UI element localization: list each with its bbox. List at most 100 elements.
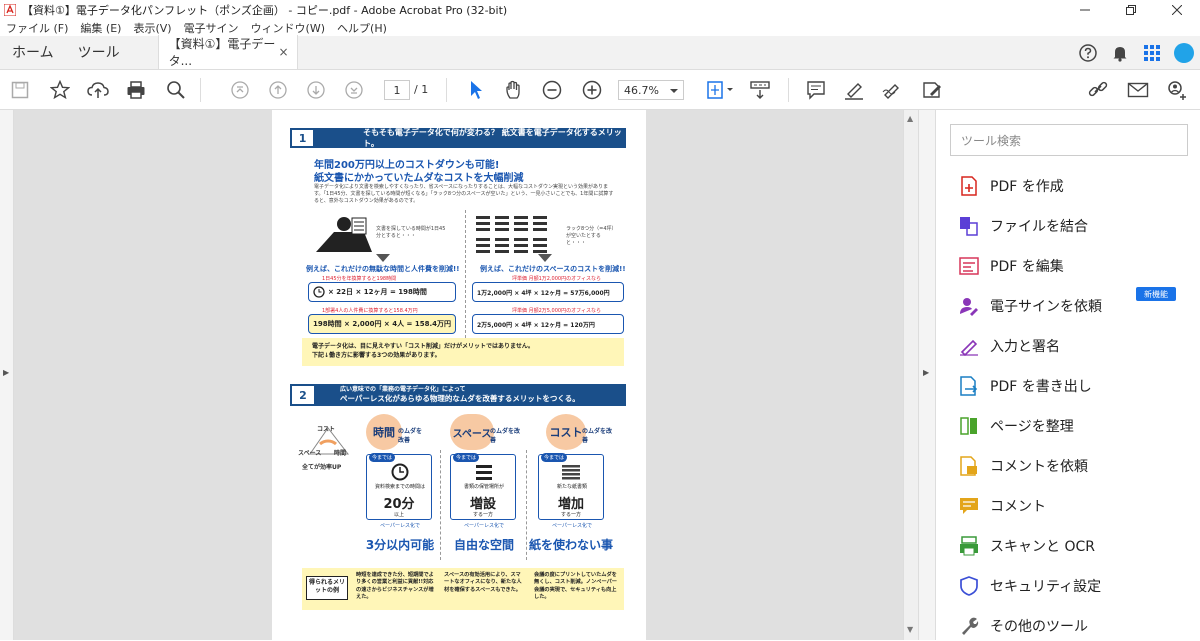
minimize-icon[interactable] <box>1062 0 1108 20</box>
tool-more-tools-label: その他のツール <box>990 619 1088 635</box>
email-icon[interactable] <box>1122 70 1154 110</box>
first-page-icon[interactable] <box>224 70 256 110</box>
tool-comment[interactable]: コメント <box>958 491 1188 521</box>
star-icon[interactable] <box>44 70 76 110</box>
apps-grid-icon[interactable] <box>1136 36 1168 70</box>
yellow-note-1-line-1: 電子データ化は、目に見えやすい「コスト削減」だけがメリットではありません。 <box>312 343 534 350</box>
triangle-left: スペース <box>298 450 322 457</box>
clock-icon <box>391 463 409 481</box>
tool-edit-pdf[interactable]: PDF を編集 <box>958 251 1188 281</box>
tool-request-comments[interactable]: コメントを依頼 <box>958 451 1188 481</box>
vertical-scrollbar[interactable]: ▲ ▼ <box>903 110 918 640</box>
chevron-right-icon: ▶ <box>3 368 10 377</box>
tool-request-esign[interactable]: 電子サインを依頼 <box>958 291 1188 321</box>
section-2-header: 2 広い意味での「業務の電子データ化」によって ペーパーレス化があらゆる物理的な… <box>290 384 626 406</box>
tab-tools[interactable]: ツール <box>66 35 132 69</box>
left-calc-1: × 22日 × 12ヶ月 = 198時間 <box>308 282 456 302</box>
col-1-box: 今までは 資料検索までの時間は 20分 以上 <box>366 453 432 520</box>
tool-security[interactable]: セキュリティ設定 <box>958 571 1188 601</box>
merit-label: 得られるメリットの例 <box>306 576 348 600</box>
col-3-desc: 新たな紙書類 <box>556 484 587 490</box>
scroll-down-icon[interactable]: ▼ <box>907 625 913 634</box>
close-icon[interactable] <box>1154 0 1200 20</box>
next-page-icon[interactable] <box>300 70 332 110</box>
comment-icon[interactable] <box>800 70 832 110</box>
zoom-in-icon[interactable] <box>576 70 608 110</box>
edit-pdf-icon <box>958 255 980 277</box>
bell-icon[interactable] <box>1104 36 1136 70</box>
previous-page-icon[interactable] <box>262 70 294 110</box>
upload-cloud-icon[interactable] <box>82 70 114 110</box>
menu-help[interactable]: ヘルプ(H) <box>331 20 393 36</box>
tools-pane: ツール検索 新機能 PDF を作成 ファイルを結合 PDF を編集 電子サインを… <box>936 110 1200 640</box>
scroll-up-icon[interactable]: ▲ <box>907 114 913 123</box>
fit-page-icon[interactable] <box>700 70 740 110</box>
yellow-note-1-line-2: 下記↓働き方に影響する3つの効果があります。 <box>312 352 441 359</box>
title-bar: 【資料①】電子データ化パンフレット（ポンズ企画） - コピー.pdf - Ado… <box>0 0 1200 20</box>
main-toolbar: 1 / 1 46.7% <box>0 70 1200 110</box>
tool-more-tools[interactable]: その他のツール <box>958 611 1188 641</box>
left-note: 文書を探している時間が1日45分とすると・・・ <box>376 226 446 239</box>
col-3-result: 紙を使わない事 <box>528 538 613 552</box>
scroll-mode-icon[interactable] <box>744 70 776 110</box>
right-calc-2: 2万5,000円 × 4坪 × 12ヶ月 = 120万円 <box>472 314 624 334</box>
tool-export-pdf[interactable]: PDF を書き出し <box>958 371 1188 401</box>
zoom-search-icon[interactable] <box>160 70 192 110</box>
tool-fill-sign[interactable]: 入力と署名 <box>958 331 1188 361</box>
pdf-page[interactable]: 1 そもそも電子データ化で何が変わる？ 紙文書を電子データ化するメリット。 年間… <box>272 110 646 640</box>
left-calc-2-text: 198時間 × 2,000円 × 4人 = 158.4万円 <box>313 320 451 328</box>
tool-search-input[interactable]: ツール検索 <box>950 124 1188 156</box>
down-arrow-icon <box>376 254 390 262</box>
right-panel-toggle[interactable]: ▶ <box>918 110 936 640</box>
last-page-icon[interactable] <box>338 70 370 110</box>
tab-document[interactable]: 【資料①】電子データ... × <box>157 35 298 69</box>
save-icon[interactable] <box>4 70 36 110</box>
tool-create-pdf-label: PDF を作成 <box>990 179 1064 195</box>
tool-organize-pages[interactable]: ページを整理 <box>958 411 1188 441</box>
tool-combine-files[interactable]: ファイルを結合 <box>958 211 1188 241</box>
sign-pen-icon[interactable] <box>876 70 908 110</box>
select-cursor-icon[interactable] <box>460 70 492 110</box>
menu-window[interactable]: ウィンドウ(W) <box>245 20 331 36</box>
left-panel-toggle[interactable]: ▶ <box>0 110 14 640</box>
restore-icon[interactable] <box>1108 0 1154 20</box>
page-number-input[interactable]: 1 <box>384 80 410 100</box>
print-icon[interactable] <box>120 70 152 110</box>
section-1-number: 1 <box>290 128 316 148</box>
col-2-desc: 書類の保管場所が <box>463 484 504 490</box>
section-1-body: 電子データ化により文書を検索しやすくなったり、省スペースになったりすることは、大… <box>314 184 614 204</box>
clock-icon <box>313 286 325 298</box>
hand-tool-icon[interactable] <box>498 70 530 110</box>
help-icon[interactable] <box>1072 36 1104 70</box>
tool-scan-ocr[interactable]: スキャンと OCR <box>958 531 1188 561</box>
menu-esign[interactable]: 電子サイン <box>178 20 245 36</box>
down-arrow-icon <box>538 254 552 262</box>
col-3-arrow-label: ペーパーレス化で <box>552 523 592 529</box>
zoom-out-icon[interactable] <box>536 70 568 110</box>
section-2-heading-1: 広い意味での「業務の電子データ化」によって <box>340 386 466 394</box>
tab-home[interactable]: ホーム <box>0 35 66 69</box>
tool-request-esign-label: 電子サインを依頼 <box>990 299 1102 315</box>
paper-stack-icon <box>562 465 580 480</box>
menu-edit[interactable]: 編集 (E) <box>74 20 127 36</box>
link-icon[interactable] <box>1082 70 1114 110</box>
comment-bubble-icon <box>958 495 980 517</box>
left-calc-2: 198時間 × 2,000円 × 4人 = 158.4万円 <box>308 314 456 334</box>
section-1-heading: そもそも電子データ化で何が変わる？ 紙文書を電子データ化するメリット。 <box>363 128 622 148</box>
tool-comment-label: コメント <box>990 499 1046 515</box>
col-1-circle: 時間 <box>366 414 402 450</box>
add-user-icon[interactable] <box>1160 70 1192 110</box>
zoom-level-select[interactable]: 46.7% <box>618 80 684 100</box>
tab-close-icon[interactable]: × <box>279 45 289 59</box>
menu-file[interactable]: ファイル (F) <box>0 20 74 36</box>
menu-view[interactable]: 表示(V) <box>127 20 177 36</box>
right-sub-2: 坪単価 月額2万5,000円のオフィスなら <box>512 308 601 314</box>
tool-create-pdf[interactable]: PDF を作成 <box>958 171 1188 201</box>
col-3-suffix: のムダを改善 <box>582 428 613 444</box>
avatar[interactable] <box>1168 36 1200 70</box>
triangle-right: 時間 <box>334 450 347 457</box>
col-2-box: 今までは 書類の保管場所が 増設 する一方 <box>450 453 516 520</box>
highlight-pen-icon[interactable] <box>838 70 870 110</box>
fill-sign-icon[interactable] <box>916 70 948 110</box>
page-total: / 1 <box>414 83 429 96</box>
